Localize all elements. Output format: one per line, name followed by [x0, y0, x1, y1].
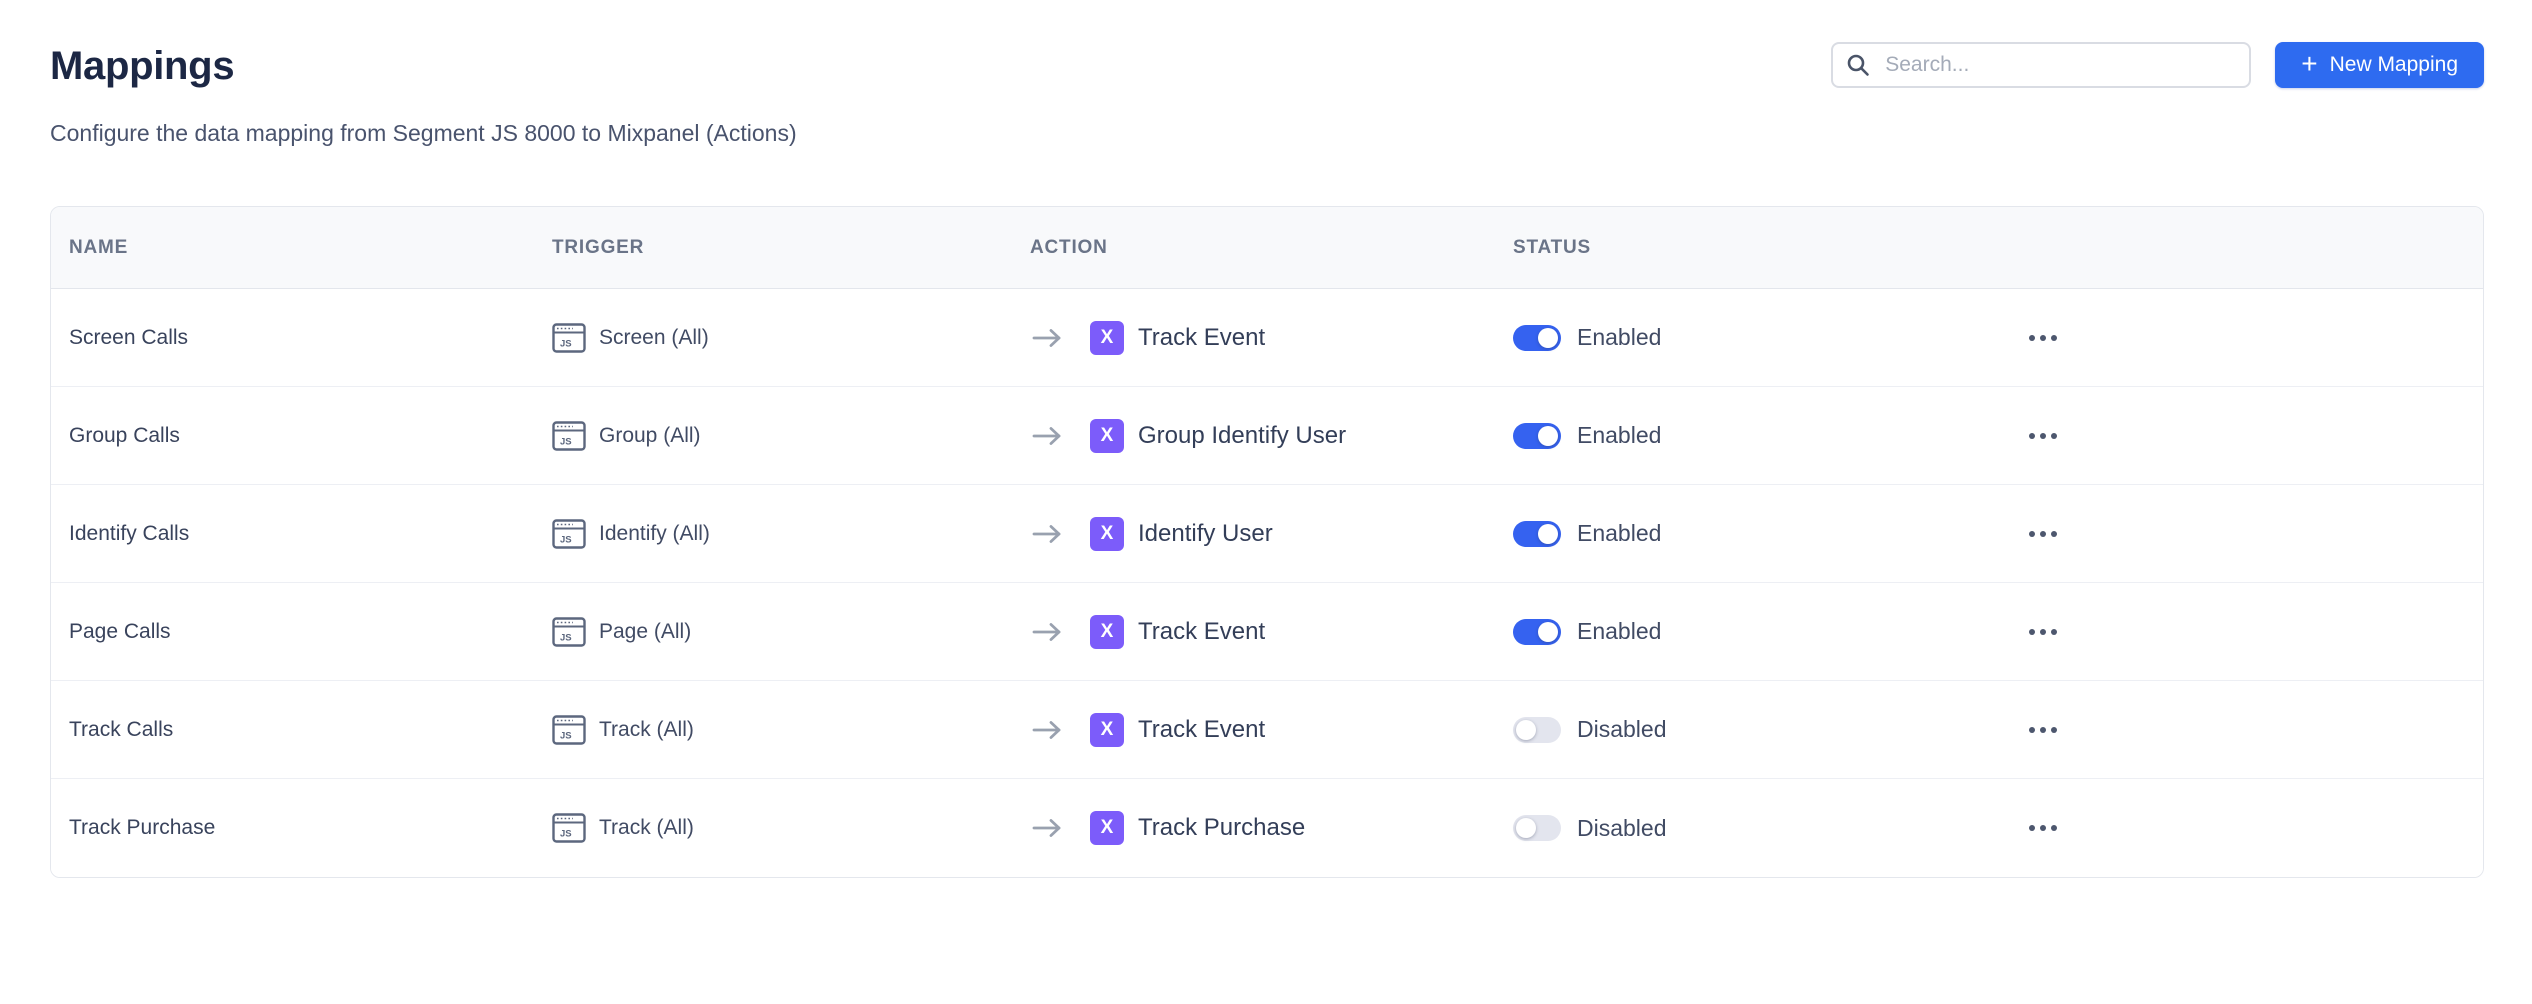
- table-row: Group Calls Group (All) X Group Identify…: [51, 387, 2483, 485]
- mixpanel-logo-icon: X: [1090, 713, 1124, 747]
- status-toggle[interactable]: [1513, 815, 1561, 841]
- table-header-row: NAME TRIGGER ACTION STATUS: [51, 207, 2483, 289]
- page-title: Mappings: [50, 42, 234, 90]
- arrow-right-icon: [1030, 817, 1064, 839]
- arrow-right-icon: [1030, 621, 1064, 643]
- arrow-right-icon: [1030, 327, 1064, 349]
- row-menu-button[interactable]: [2021, 808, 2065, 848]
- status-label: Enabled: [1577, 324, 1661, 351]
- js-source-icon: [552, 813, 586, 843]
- js-source-icon: [552, 715, 586, 745]
- status-toggle[interactable]: [1513, 423, 1561, 449]
- new-mapping-label: New Mapping: [2330, 53, 2458, 77]
- action-label: Track Event: [1138, 324, 1265, 352]
- arrow-right-icon: [1030, 719, 1064, 741]
- mapping-name: Page Calls: [51, 620, 534, 644]
- row-menu-button[interactable]: [2021, 710, 2065, 750]
- trigger-label: Track (All): [599, 816, 694, 840]
- page-subtitle: Configure the data mapping from Segment …: [50, 118, 2484, 148]
- status-toggle[interactable]: [1513, 717, 1561, 743]
- status-toggle[interactable]: [1513, 521, 1561, 547]
- trigger-label: Identify (All): [599, 522, 710, 546]
- toggle-knob: [1516, 818, 1536, 838]
- mapping-name: Identify Calls: [51, 522, 534, 546]
- column-header-action: ACTION: [1012, 237, 1495, 259]
- mixpanel-logo-icon: X: [1090, 811, 1124, 845]
- js-source-icon: [552, 323, 586, 353]
- action-label: Group Identify User: [1138, 422, 1346, 450]
- column-header-trigger: TRIGGER: [534, 237, 1012, 259]
- column-header-name: NAME: [51, 237, 534, 259]
- toggle-knob: [1538, 524, 1558, 544]
- status-label: Enabled: [1577, 520, 1661, 547]
- action-label: Track Event: [1138, 618, 1265, 646]
- row-menu-button[interactable]: [2021, 318, 2065, 358]
- trigger-label: Track (All): [599, 718, 694, 742]
- plus-icon: +: [2301, 50, 2317, 78]
- mappings-page: Mappings + New Mapping Configure the dat…: [0, 0, 2532, 1004]
- mapping-name: Screen Calls: [51, 326, 534, 350]
- status-toggle[interactable]: [1513, 325, 1561, 351]
- row-menu-button[interactable]: [2021, 612, 2065, 652]
- table-row: Screen Calls Screen (All) X Track Event …: [51, 289, 2483, 387]
- search-box: [1831, 42, 2251, 88]
- js-source-icon: [552, 421, 586, 451]
- toggle-knob: [1538, 328, 1558, 348]
- trigger-label: Group (All): [599, 424, 701, 448]
- arrow-right-icon: [1030, 523, 1064, 545]
- status-label: Enabled: [1577, 422, 1661, 449]
- status-label: Disabled: [1577, 815, 1667, 842]
- action-label: Track Purchase: [1138, 814, 1305, 842]
- status-label: Enabled: [1577, 618, 1661, 645]
- table-row: Identify Calls Identify (All) X Identify…: [51, 485, 2483, 583]
- mixpanel-logo-icon: X: [1090, 517, 1124, 551]
- trigger-label: Screen (All): [599, 326, 709, 350]
- table-row: Track Purchase Track (All) X Track Purch…: [51, 779, 2483, 877]
- page-header: Mappings + New Mapping: [50, 42, 2484, 90]
- header-controls: + New Mapping: [1831, 42, 2484, 88]
- search-input[interactable]: [1831, 42, 2251, 88]
- row-menu-button[interactable]: [2021, 416, 2065, 456]
- js-source-icon: [552, 519, 586, 549]
- js-source-icon: [552, 617, 586, 647]
- status-toggle[interactable]: [1513, 619, 1561, 645]
- mixpanel-logo-icon: X: [1090, 419, 1124, 453]
- table-row: Track Calls Track (All) X Track Event Di…: [51, 681, 2483, 779]
- mapping-name: Track Purchase: [51, 816, 534, 840]
- action-label: Identify User: [1138, 520, 1273, 548]
- column-header-status: STATUS: [1495, 237, 2003, 259]
- arrow-right-icon: [1030, 425, 1064, 447]
- row-menu-button[interactable]: [2021, 514, 2065, 554]
- mappings-table: NAME TRIGGER ACTION STATUS Screen Calls …: [50, 206, 2484, 878]
- action-label: Track Event: [1138, 716, 1265, 744]
- toggle-knob: [1538, 426, 1558, 446]
- trigger-label: Page (All): [599, 620, 691, 644]
- mapping-name: Group Calls: [51, 424, 534, 448]
- table-row: Page Calls Page (All) X Track Event Enab…: [51, 583, 2483, 681]
- mapping-name: Track Calls: [51, 718, 534, 742]
- mixpanel-logo-icon: X: [1090, 321, 1124, 355]
- mixpanel-logo-icon: X: [1090, 615, 1124, 649]
- status-label: Disabled: [1577, 716, 1667, 743]
- toggle-knob: [1538, 622, 1558, 642]
- toggle-knob: [1516, 720, 1536, 740]
- new-mapping-button[interactable]: + New Mapping: [2275, 42, 2484, 88]
